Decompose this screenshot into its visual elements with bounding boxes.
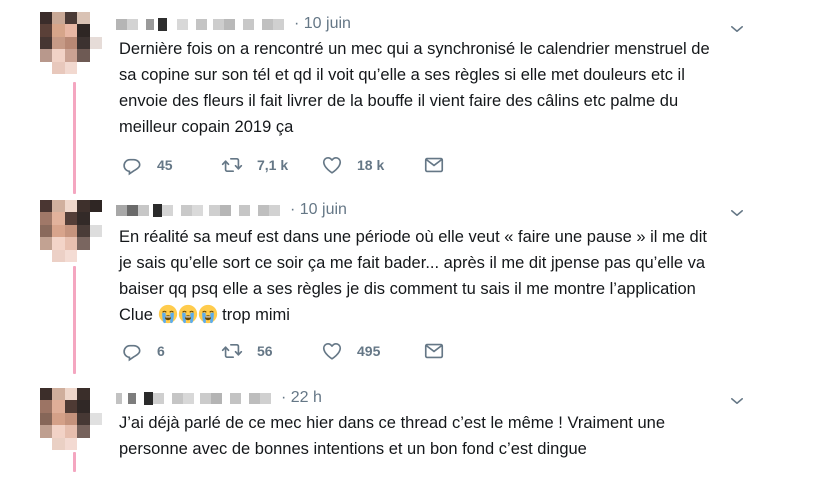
tweet[interactable]: · 10 juin Dernière fois on a rencontré u… <box>0 0 814 190</box>
retweet-button[interactable]: 56 <box>221 340 321 362</box>
tweet-text: En réalité sa meuf est dans une période … <box>119 224 759 328</box>
like-button[interactable]: 18 k <box>321 154 423 176</box>
tweet[interactable]: · 22 h J’ai déjà parlé de ce mec hier da… <box>0 378 814 496</box>
tweet-timestamp[interactable]: · 10 juin <box>290 201 347 219</box>
tweet-text: J’ai déjà parlé de ce mec hier dans ce t… <box>119 414 665 458</box>
dm-button[interactable] <box>423 154 445 176</box>
reply-button[interactable]: 45 <box>121 154 221 176</box>
tweet[interactable]: · 10 juin En réalité sa meuf est dans un… <box>0 190 814 378</box>
reply-count: 45 <box>157 157 173 173</box>
avatar[interactable] <box>40 388 102 450</box>
reply-icon <box>121 340 143 362</box>
retweet-icon <box>221 154 243 176</box>
heart-icon <box>321 340 343 362</box>
retweet-count: 7,1 k <box>257 157 289 173</box>
heart-icon <box>321 154 343 176</box>
like-count: 495 <box>357 343 381 359</box>
envelope-icon <box>423 154 445 176</box>
reply-button[interactable]: 6 <box>121 340 221 362</box>
like-button[interactable]: 495 <box>321 340 423 362</box>
loudly-crying-face-icon <box>158 304 178 324</box>
retweet-count: 56 <box>257 343 273 359</box>
tweet-timestamp[interactable]: · 22 h <box>281 389 322 407</box>
chevron-down-icon[interactable] <box>728 392 746 410</box>
blurred-username[interactable] <box>116 17 284 31</box>
tweet-timestamp[interactable]: · 10 juin <box>294 15 351 33</box>
retweet-icon <box>221 340 243 362</box>
tweet-text-tail: trop mimi <box>217 306 290 324</box>
blurred-username[interactable] <box>116 203 280 217</box>
envelope-icon <box>423 340 445 362</box>
dm-button[interactable] <box>423 340 445 362</box>
avatar[interactable] <box>40 12 102 74</box>
reply-icon <box>121 154 143 176</box>
like-count: 18 k <box>357 157 385 173</box>
retweet-button[interactable]: 7,1 k <box>221 154 321 176</box>
blurred-username[interactable] <box>116 391 271 405</box>
tweet-text: Dernière fois on a rencontré un mec qui … <box>119 40 710 136</box>
loudly-crying-face-icon <box>198 304 218 324</box>
reply-count: 6 <box>157 343 165 359</box>
chevron-down-icon[interactable] <box>728 204 746 222</box>
avatar[interactable] <box>40 200 102 262</box>
loudly-crying-face-icon <box>178 304 198 324</box>
